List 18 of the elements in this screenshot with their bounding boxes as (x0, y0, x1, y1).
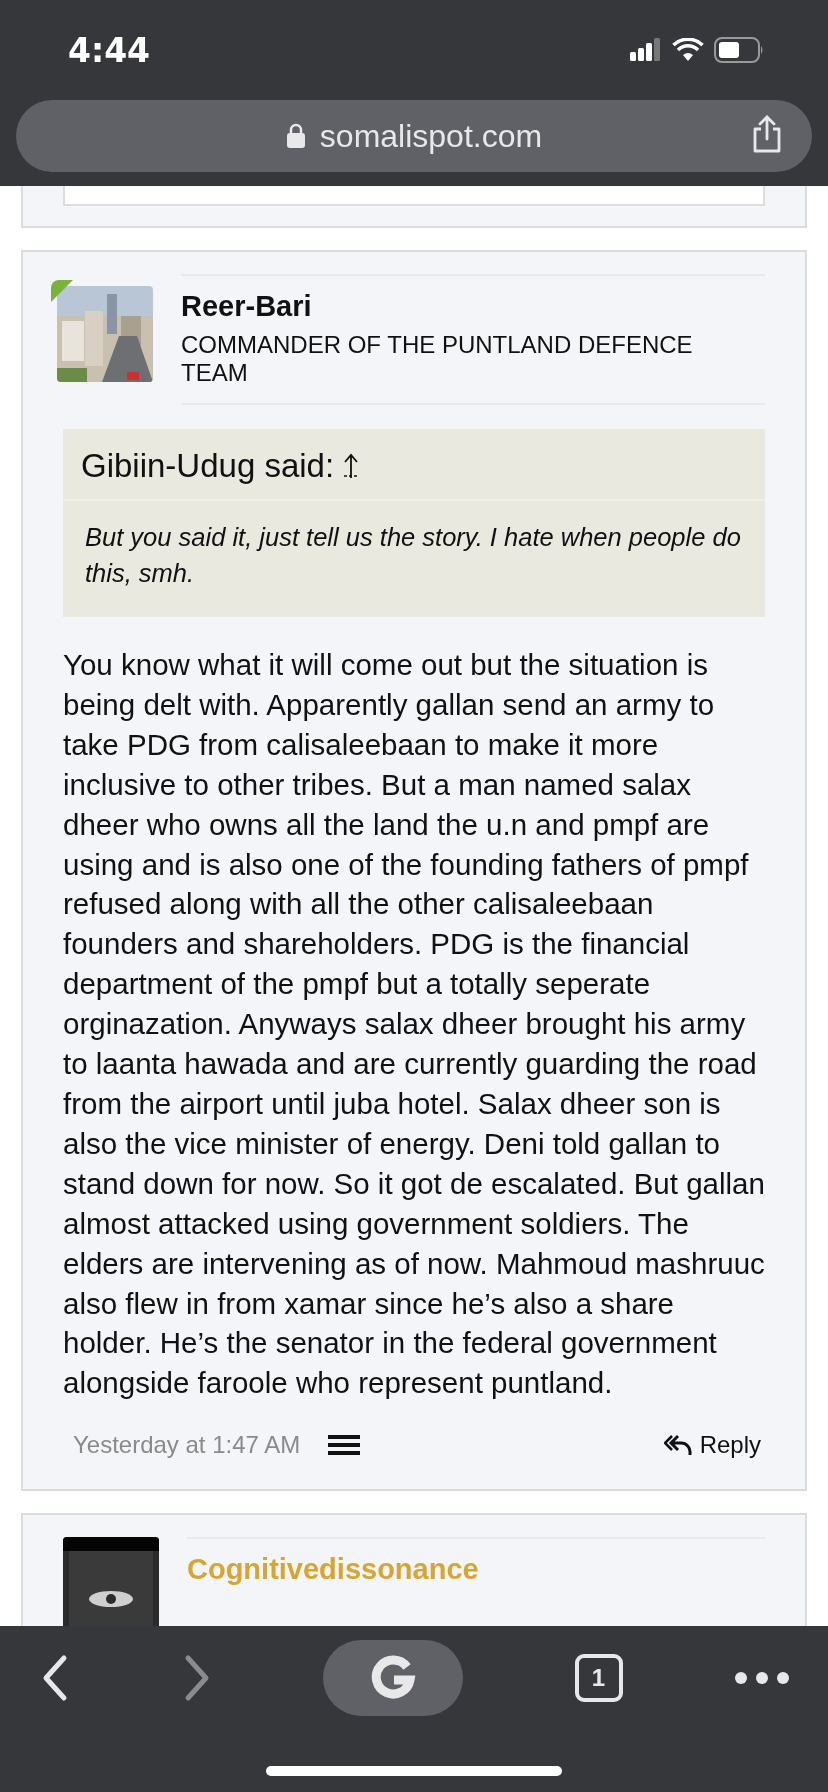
menu-icon[interactable] (328, 1434, 361, 1457)
user-title: COMMANDER OF THE PUNTLAND DEFENCE TEAM (181, 331, 694, 387)
post-text: You know what it will come out but the situation is being delt with. Apparently gallan send an army to take PDG from calisaleebaan to make it more inclusive to other tribes. But a man named salax dheer who owns all the land the u.n and pmpf are using and is also one of the founding fathers of pmpf refused along with all the other calisaleebaan founders and shareholders. PDG is the financial department of the pmpf but a totally seperate orginazation. Anyways salax dheer brought his army to laanta hawada and are currently guarding the road from the airport until juba hotel. Salax dheer son is also the vice minister of energy. Deni told gallan to stand down for now. So it got de escalated. But gallan almost attacked using government soldiers. The elders are intervening as of now. Mahmoud mashruuc also flew in from xamar since he’s also a share holder. He’s the senator in the federal government alongside faroole who represent puntland. (63, 647, 765, 1402)
quote-text: But you said it, just tell us the story. I hate when people do this, smh. (84, 522, 742, 589)
battery-icon (714, 37, 764, 63)
tab-count-button[interactable]: 1 (574, 1654, 623, 1702)
author-name[interactable]: Reer-Bari (181, 290, 765, 323)
reply-all-icon (663, 1434, 692, 1457)
reply-button[interactable]: Reply (663, 1431, 761, 1460)
status-time: 4:44 (68, 30, 151, 70)
quote-attribution[interactable]: Gibiin-Udug said: (81, 447, 335, 485)
url-text: somalispot.com (319, 117, 543, 155)
wifi-icon (672, 38, 704, 62)
signal-icon (630, 38, 662, 62)
more-icon[interactable] (734, 1671, 790, 1685)
g-logo-icon (370, 1655, 416, 1701)
address-bar[interactable]: somalispot.com (16, 100, 812, 172)
arrow-up-icon[interactable] (342, 452, 361, 480)
